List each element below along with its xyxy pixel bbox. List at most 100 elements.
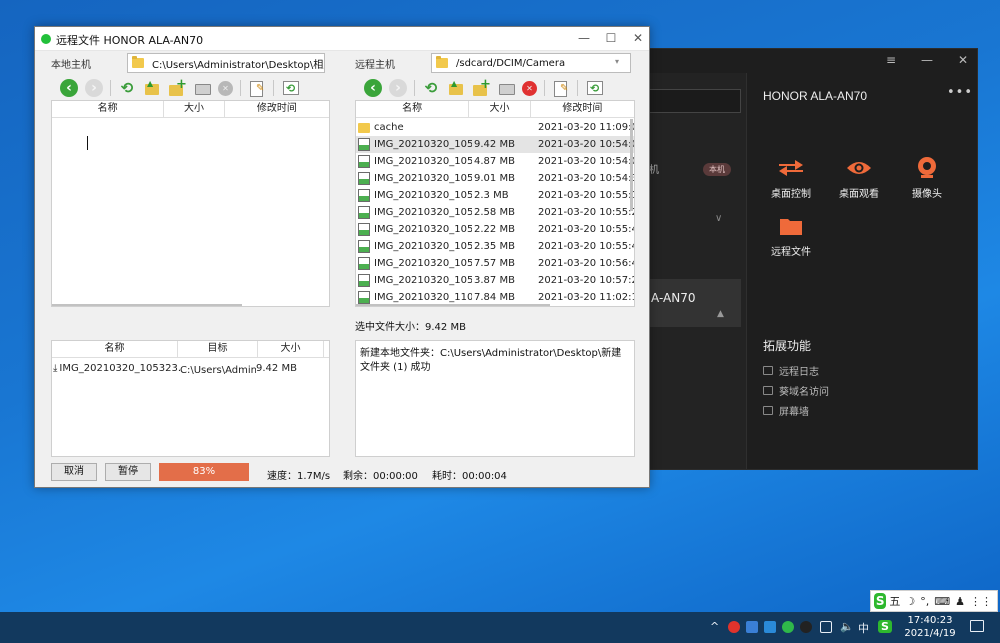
keyboard-icon[interactable]: ⌨ bbox=[934, 595, 950, 608]
rename-icon[interactable] bbox=[248, 79, 266, 97]
user-icon[interactable]: ♟ bbox=[955, 595, 965, 608]
local-host-label: 本地主机 bbox=[51, 60, 91, 71]
dropdown-icon[interactable]: ▾ bbox=[615, 57, 627, 69]
table-row[interactable]: IMG_20210320_105546.jpg2.35 MB 2021-03-20… bbox=[356, 238, 634, 255]
table-row[interactable]: IMG_20210320_105432.jpg9.01 MB 2021-03-20… bbox=[356, 170, 634, 187]
minimize-button[interactable]: — bbox=[919, 53, 935, 67]
minimize-button[interactable]: — bbox=[576, 31, 592, 45]
tray-expand-icon[interactable]: ^ bbox=[710, 620, 719, 633]
sync-icon[interactable] bbox=[585, 79, 603, 97]
queue-row[interactable]: ⤓ IMG_20210320_105323.jpg C:\Users\Admin… bbox=[52, 360, 329, 376]
new-folder-icon[interactable] bbox=[168, 77, 187, 97]
forward-icon[interactable] bbox=[389, 79, 407, 97]
feature-label: 桌面观看 bbox=[839, 189, 879, 200]
table-row[interactable]: cache 2021-03-20 11:09:02 bbox=[356, 119, 634, 136]
horizontal-scrollbar[interactable] bbox=[52, 304, 242, 306]
system-clock[interactable]: 17:40:23 2021/4/19 bbox=[900, 614, 960, 640]
sync-icon[interactable] bbox=[281, 79, 299, 97]
col-name[interactable]: 名称 bbox=[52, 101, 165, 117]
webcam-icon bbox=[897, 155, 957, 181]
delete-icon[interactable] bbox=[218, 80, 233, 96]
local-badge: 本机 bbox=[703, 163, 731, 176]
ext-item-domain-access[interactable]: 葵域名访问 bbox=[763, 383, 829, 398]
col-name[interactable]: 名称 bbox=[52, 341, 178, 357]
close-button[interactable]: ✕ bbox=[955, 53, 971, 67]
punctuation-toggle[interactable]: °, bbox=[920, 595, 929, 608]
qq-icon[interactable] bbox=[800, 621, 812, 633]
refresh-icon[interactable] bbox=[118, 79, 136, 97]
table-row[interactable]: IMG_20210320_105524.jpg2.58 MB 2021-03-20… bbox=[356, 204, 634, 221]
image-file-icon bbox=[358, 274, 370, 287]
ime-mode-toggle[interactable]: 五 bbox=[889, 593, 900, 609]
chevron-down-icon[interactable]: ∨ bbox=[715, 213, 722, 224]
file-name-cell: IMG_20210320_105510.jpg bbox=[356, 189, 472, 202]
file-size: 3.87 MB bbox=[474, 275, 515, 286]
tray-app-icon[interactable] bbox=[764, 621, 776, 633]
notification-icon[interactable] bbox=[970, 620, 984, 632]
maximize-button[interactable]: ☐ bbox=[603, 31, 619, 45]
delete-icon[interactable] bbox=[522, 80, 537, 96]
remote-path-input[interactable]: /sdcard/DCIM/Camera ▾ bbox=[431, 53, 631, 73]
tray-app-icon[interactable] bbox=[746, 621, 758, 633]
file-modified: 2021-03-20 10:54:04 bbox=[538, 139, 634, 150]
image-file-icon bbox=[358, 138, 370, 151]
network-icon[interactable] bbox=[820, 621, 832, 633]
transfer-queue[interactable]: 名称 目标 大小 ⤓ IMG_20210320_105323.jpg C:\Us… bbox=[51, 340, 330, 457]
tray-app-icon[interactable] bbox=[728, 621, 740, 633]
folder-up-icon[interactable] bbox=[447, 79, 465, 97]
drive-icon[interactable] bbox=[193, 79, 211, 97]
window-titlebar[interactable]: 远程文件 HONOR ALA-AN70 — ☐ ✕ bbox=[35, 27, 649, 51]
feature-webcam[interactable]: 摄像头 bbox=[897, 155, 957, 200]
remote-path-text: /sdcard/DCIM/Camera bbox=[456, 57, 566, 69]
pause-button[interactable]: 暂停 bbox=[105, 463, 151, 481]
file-name: IMG_20210320_105510.jpg bbox=[374, 190, 472, 201]
feature-remote-file[interactable]: 远程文件 bbox=[761, 213, 821, 258]
ext-item-screen-wall[interactable]: 屏幕墙 bbox=[763, 403, 809, 418]
volume-icon[interactable]: 🔈 bbox=[840, 620, 854, 633]
col-size[interactable]: 大小 bbox=[258, 341, 324, 357]
rename-icon[interactable] bbox=[552, 79, 570, 97]
table-row[interactable]: IMG_20210320_105345.jpg4.87 MB 2021-03-20… bbox=[356, 153, 634, 170]
col-modified[interactable]: 修改时间 bbox=[225, 101, 329, 117]
drive-icon[interactable] bbox=[497, 79, 515, 97]
table-row[interactable]: IMG_20210320_105721.jpg3.87 MB 2021-03-20… bbox=[356, 272, 634, 289]
table-row[interactable]: IMG_20210320_105510.jpg2.3 MB 2021-03-20 … bbox=[356, 187, 634, 204]
col-size[interactable]: 大小 bbox=[164, 101, 225, 117]
local-path-input[interactable]: C:\Users\Administrator\Desktop\相片 bbox=[127, 53, 325, 73]
menu-button[interactable]: ≡ bbox=[883, 53, 899, 67]
sogou-tray-icon[interactable]: S bbox=[878, 620, 892, 633]
ext-item-remote-log[interactable]: 远程日志 bbox=[763, 363, 819, 378]
refresh-icon[interactable] bbox=[422, 79, 440, 97]
horizontal-scrollbar[interactable] bbox=[356, 304, 550, 306]
table-row[interactable]: IMG_20210320_105646.jpg7.57 MB 2021-03-20… bbox=[356, 255, 634, 272]
close-button[interactable]: ✕ bbox=[630, 31, 646, 45]
forward-icon[interactable] bbox=[85, 79, 103, 97]
new-folder-icon[interactable] bbox=[472, 77, 491, 97]
back-icon[interactable] bbox=[60, 79, 78, 97]
file-name: IMG_20210320_105546.jpg bbox=[374, 241, 472, 252]
local-file-list[interactable]: 名称 大小 修改时间 bbox=[51, 100, 330, 307]
vertical-scrollbar[interactable] bbox=[630, 119, 633, 211]
folder-up-icon[interactable] bbox=[143, 79, 161, 97]
selection-size: 选中文件大小：9.42 MB bbox=[355, 322, 466, 333]
table-row[interactable]: IMG_20210320_105540.jpg2.22 MB 2021-03-20… bbox=[356, 221, 634, 238]
back-icon[interactable] bbox=[364, 79, 382, 97]
col-target[interactable]: 目标 bbox=[178, 341, 258, 357]
col-name[interactable]: 名称 bbox=[356, 101, 470, 117]
remote-file-list[interactable]: 名称 大小 修改时间 cache 2021-03-20 11:09:02 IMG_2… bbox=[355, 100, 635, 307]
moon-icon[interactable]: ☽ bbox=[905, 595, 915, 608]
apps-grid-icon[interactable]: ⋮⋮ bbox=[970, 595, 992, 608]
feature-desktop-view[interactable]: 桌面观看 bbox=[829, 155, 889, 200]
sogou-logo-icon[interactable]: S bbox=[874, 593, 887, 609]
col-size[interactable]: 大小 bbox=[469, 101, 531, 117]
col-modified[interactable]: 修改时间 bbox=[531, 101, 634, 117]
file-modified: 2021-03-20 10:54:03 bbox=[538, 156, 634, 167]
more-options-icon[interactable]: ••• bbox=[947, 85, 973, 100]
table-row[interactable]: IMG_20210320_105323.jpg9.42 MB 2021-03-20… bbox=[356, 136, 634, 153]
remote-host-label: 远程主机 bbox=[355, 60, 395, 71]
cancel-button[interactable]: 取消 bbox=[51, 463, 97, 481]
wechat-icon[interactable] bbox=[782, 621, 794, 633]
ime-language-indicator[interactable]: 中 bbox=[858, 620, 869, 636]
speed-text: 速度：1.7M/s bbox=[267, 471, 331, 482]
feature-desktop-control[interactable]: 桌面控制 bbox=[761, 155, 821, 200]
